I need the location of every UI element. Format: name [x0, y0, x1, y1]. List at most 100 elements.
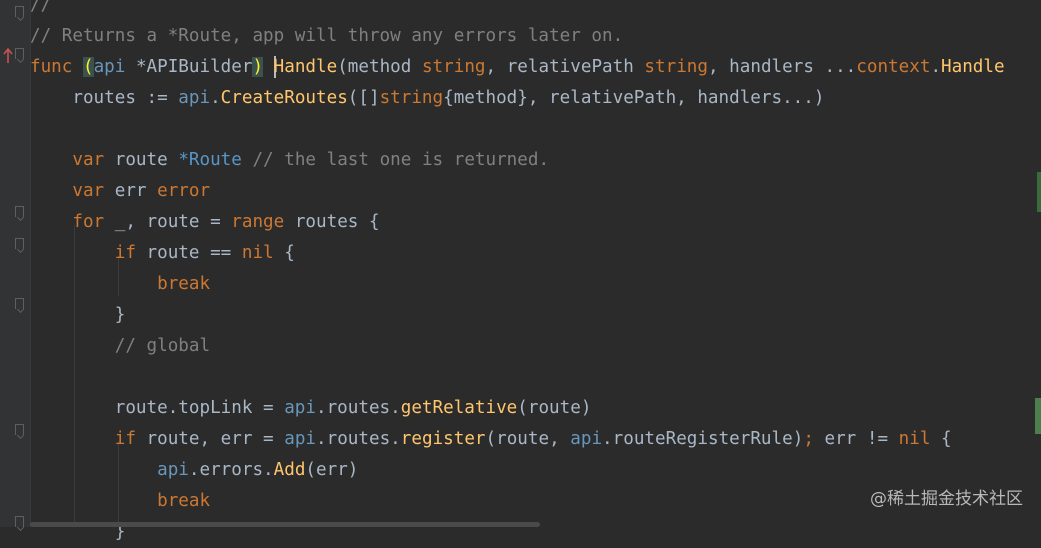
code-token: { [273, 243, 295, 263]
code-token: if [114, 429, 147, 449]
code-token: string [379, 88, 444, 108]
code-token: CreateRoutes [220, 88, 348, 108]
override-method-icon[interactable] [2, 46, 14, 64]
code-token: err != [824, 429, 899, 449]
code-line[interactable]: break [30, 269, 210, 300]
fold-marker-icon[interactable] [15, 424, 24, 435]
code-token: err [114, 181, 158, 201]
code-token: func [30, 57, 83, 77]
change-marker [1037, 172, 1041, 212]
code-token: // the last one is returned. [241, 150, 550, 170]
code-token: string [421, 57, 486, 77]
code-token: error [157, 181, 211, 201]
code-token: _, route = [114, 212, 232, 232]
code-token: // [30, 0, 52, 15]
code-token: route == [146, 243, 242, 263]
code-line[interactable]: for _, route = range routes { [30, 207, 380, 238]
code-token: .routes. [316, 429, 401, 449]
code-token: nil [241, 243, 274, 263]
watermark: @稀土掘金技术社区 [870, 489, 1023, 509]
code-token: range [231, 212, 295, 232]
code-token: , handlers ... [707, 57, 857, 77]
code-line[interactable]: var err error [30, 176, 210, 207]
code-line[interactable]: if route, err = api.routes.register(rout… [30, 424, 952, 455]
code-token: *APIBuilder [135, 57, 253, 77]
code-line[interactable]: var route *Route // the last one is retu… [30, 145, 549, 176]
fold-marker-icon[interactable] [15, 238, 24, 249]
code-line[interactable]: if route == nil { [30, 238, 295, 269]
fold-marker-icon[interactable] [15, 206, 24, 217]
code-token: Handle [941, 57, 1005, 77]
code-token: Add [273, 460, 306, 480]
code-token: break [157, 491, 211, 511]
code-editor[interactable]: // // Returns a *Route, app will throw an… [0, 0, 1041, 542]
code-token: (method [337, 57, 422, 77]
code-token: // global [30, 336, 211, 356]
code-token: for [72, 212, 115, 232]
code-token: (route, [485, 429, 571, 449]
code-token: (route) [517, 398, 592, 418]
code-token: nil [898, 429, 931, 449]
code-token: .errors. [188, 460, 274, 480]
code-token: { [930, 429, 952, 449]
code-token: ( [82, 57, 94, 77]
code-line[interactable]: } [30, 300, 126, 331]
code-token: var [72, 150, 115, 170]
code-line[interactable]: // Returns a *Route, app will throw any … [30, 21, 623, 52]
fold-marker-icon[interactable] [15, 298, 24, 309]
code-token: // Returns a *Route, app will throw any … [30, 26, 624, 46]
horizontal-scrollbar[interactable] [30, 522, 540, 527]
code-token: ; [803, 429, 825, 449]
code-line[interactable]: // [30, 0, 51, 21]
code-token: break [157, 274, 211, 294]
code-token: *Route [178, 150, 242, 170]
code-token: , relativePath [485, 57, 645, 77]
code-token: .routes. [316, 398, 401, 418]
code-token: route, err = [146, 429, 285, 449]
code-token: route [114, 150, 179, 170]
code-token: api [178, 88, 211, 108]
code-line[interactable]: func (api *APIBuilder) Handle(method str… [30, 52, 1005, 83]
code-token: } [30, 305, 126, 325]
code-token: .routeRegisterRule) [602, 429, 804, 449]
code-token: routes := [30, 88, 179, 108]
change-marker [1035, 398, 1041, 434]
code-token: context [856, 57, 931, 77]
code-line[interactable]: api.errors.Add(err) [30, 455, 358, 486]
code-token: api [570, 429, 603, 449]
code-token: ) [252, 57, 264, 77]
code-token: {method}, relativePath, handlers...) [443, 88, 825, 108]
code-token: ([] [347, 88, 380, 108]
code-token: var [72, 181, 115, 201]
code-token: if [114, 243, 147, 263]
code-token: api [93, 57, 136, 77]
code-line[interactable]: route.topLink = api.routes.getRelative(r… [30, 393, 592, 424]
editor-gutter[interactable] [0, 0, 31, 527]
code-token: api [284, 429, 317, 449]
fold-marker-icon[interactable] [15, 48, 24, 59]
fold-marker-icon[interactable] [15, 6, 24, 17]
code-line[interactable]: routes := api.CreateRoutes([]string{meth… [30, 83, 824, 114]
code-token: route.topLink = [30, 398, 285, 418]
code-token: Handle [273, 57, 338, 77]
code-token: routes { [294, 212, 380, 232]
code-token: string [644, 57, 708, 77]
code-line[interactable]: break [30, 486, 210, 517]
code-line[interactable]: // global [30, 331, 210, 362]
code-token: (err) [305, 460, 359, 480]
code-token: . [930, 57, 942, 77]
code-token: api [157, 460, 189, 480]
code-token: register [400, 429, 486, 449]
fold-marker-icon[interactable] [15, 516, 24, 527]
code-token: getRelative [400, 398, 518, 418]
code-token: . [210, 88, 221, 108]
